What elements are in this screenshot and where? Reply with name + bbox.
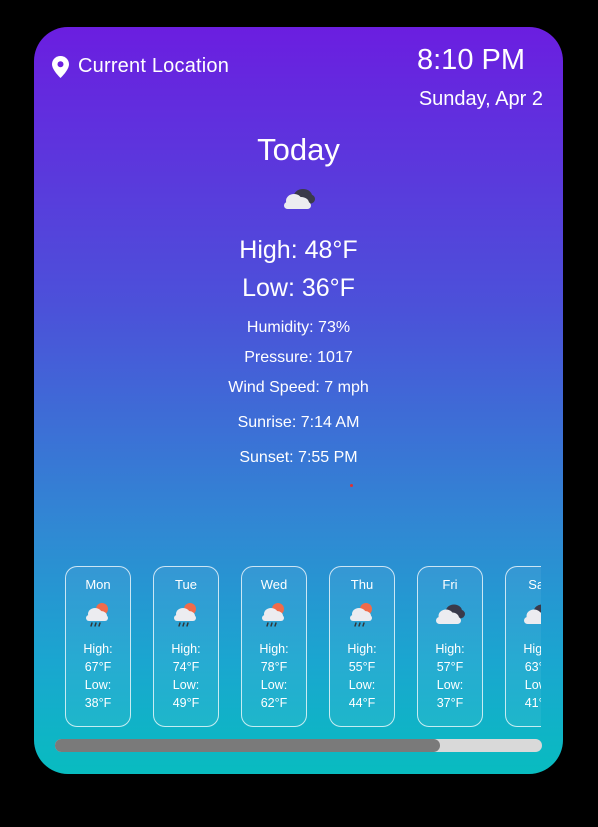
location-pin-icon <box>52 55 69 78</box>
rain-sun-icon <box>66 599 130 629</box>
forecast-day-name: Thu <box>350 577 374 592</box>
today-high: High: 48°F <box>239 236 358 264</box>
forecast-day-name: Tue <box>175 577 197 592</box>
today-humidity: Humidity: 73% <box>246 319 351 336</box>
forecast-high: 67°F <box>84 660 112 674</box>
forecast-high-label: High: <box>523 642 541 656</box>
forecast-day-mon[interactable]: Mon High: 67°F Low: 38°F <box>65 566 131 727</box>
forecast-day-tue[interactable]: Tue High: 74°F Low: 49°F <box>153 566 219 727</box>
forecast-high: 55°F <box>348 660 376 674</box>
forecast-scrollbar[interactable] <box>55 739 542 752</box>
forecast-low-label: Low: <box>260 678 288 692</box>
forecast-day-fri[interactable]: Fri High: 57°F Low: 37°F <box>417 566 483 727</box>
forecast-high: 63°F <box>524 660 541 674</box>
forecast-low: 62°F <box>260 696 288 710</box>
today-title: Today <box>257 132 340 167</box>
cloudy-icon <box>418 599 482 629</box>
forecast-high-label: High: <box>435 642 465 656</box>
weather-card: Current Location 8:10 PM Sunday, Apr 2 T… <box>34 27 563 774</box>
forecast-low: 38°F <box>84 696 112 710</box>
forecast-day-wed[interactable]: Wed High: 78°F Low: 62°F <box>241 566 307 727</box>
forecast-high: 78°F <box>260 660 288 674</box>
forecast-high: 57°F <box>436 660 464 674</box>
cloudy-icon <box>34 185 563 213</box>
cloudy-icon <box>506 599 541 629</box>
forecast-low: 37°F <box>436 696 464 710</box>
scrollbar-thumb[interactable] <box>55 739 440 752</box>
current-date: Sunday, Apr 2 <box>418 88 543 110</box>
forecast-day-thu[interactable]: Thu High: 55°F Low: 44°F <box>329 566 395 727</box>
rain-sun-icon <box>330 599 394 629</box>
today-wind-speed: Wind Speed: 7 mph <box>228 379 369 396</box>
today-pressure: Pressure: 1017 <box>244 349 353 366</box>
forecast-low: 41°F <box>524 696 541 710</box>
forecast-high-label: High: <box>171 642 201 656</box>
forecast-high-label: High: <box>259 642 289 656</box>
forecast-low-label: Low: <box>436 678 464 692</box>
current-time: 8:10 PM <box>417 44 525 76</box>
forecast-low-label: Low: <box>524 678 541 692</box>
forecast-strip[interactable]: Mon High: 67°F Low: 38°F Tue High: 74°F … <box>65 566 541 731</box>
forecast-low-label: Low: <box>348 678 376 692</box>
forecast-day-name: Wed <box>260 577 288 592</box>
rain-sun-icon <box>242 599 306 629</box>
forecast-day-sat[interactable]: Sat High: 63°F Low: 41°F <box>505 566 541 727</box>
location-row[interactable]: Current Location <box>52 55 229 78</box>
rain-sun-icon <box>154 599 218 629</box>
forecast-low-label: Low: <box>84 678 112 692</box>
forecast-day-name: Sat <box>528 577 541 592</box>
forecast-low: 44°F <box>348 696 376 710</box>
today-low: Low: 36°F <box>242 274 355 302</box>
forecast-low-label: Low: <box>172 678 200 692</box>
today-sunrise: Sunrise: 7:14 AM <box>237 414 360 431</box>
forecast-day-name: Fri <box>442 577 458 592</box>
today-sunset: Sunset: 7:55 PM <box>239 449 358 466</box>
forecast-high-label: High: <box>83 642 113 656</box>
forecast-high-label: High: <box>347 642 377 656</box>
forecast-low: 49°F <box>172 696 200 710</box>
location-label: Current Location <box>78 55 230 77</box>
forecast-day-name: Mon <box>85 577 111 592</box>
forecast-high: 74°F <box>172 660 200 674</box>
red-dot-marker <box>350 484 353 487</box>
